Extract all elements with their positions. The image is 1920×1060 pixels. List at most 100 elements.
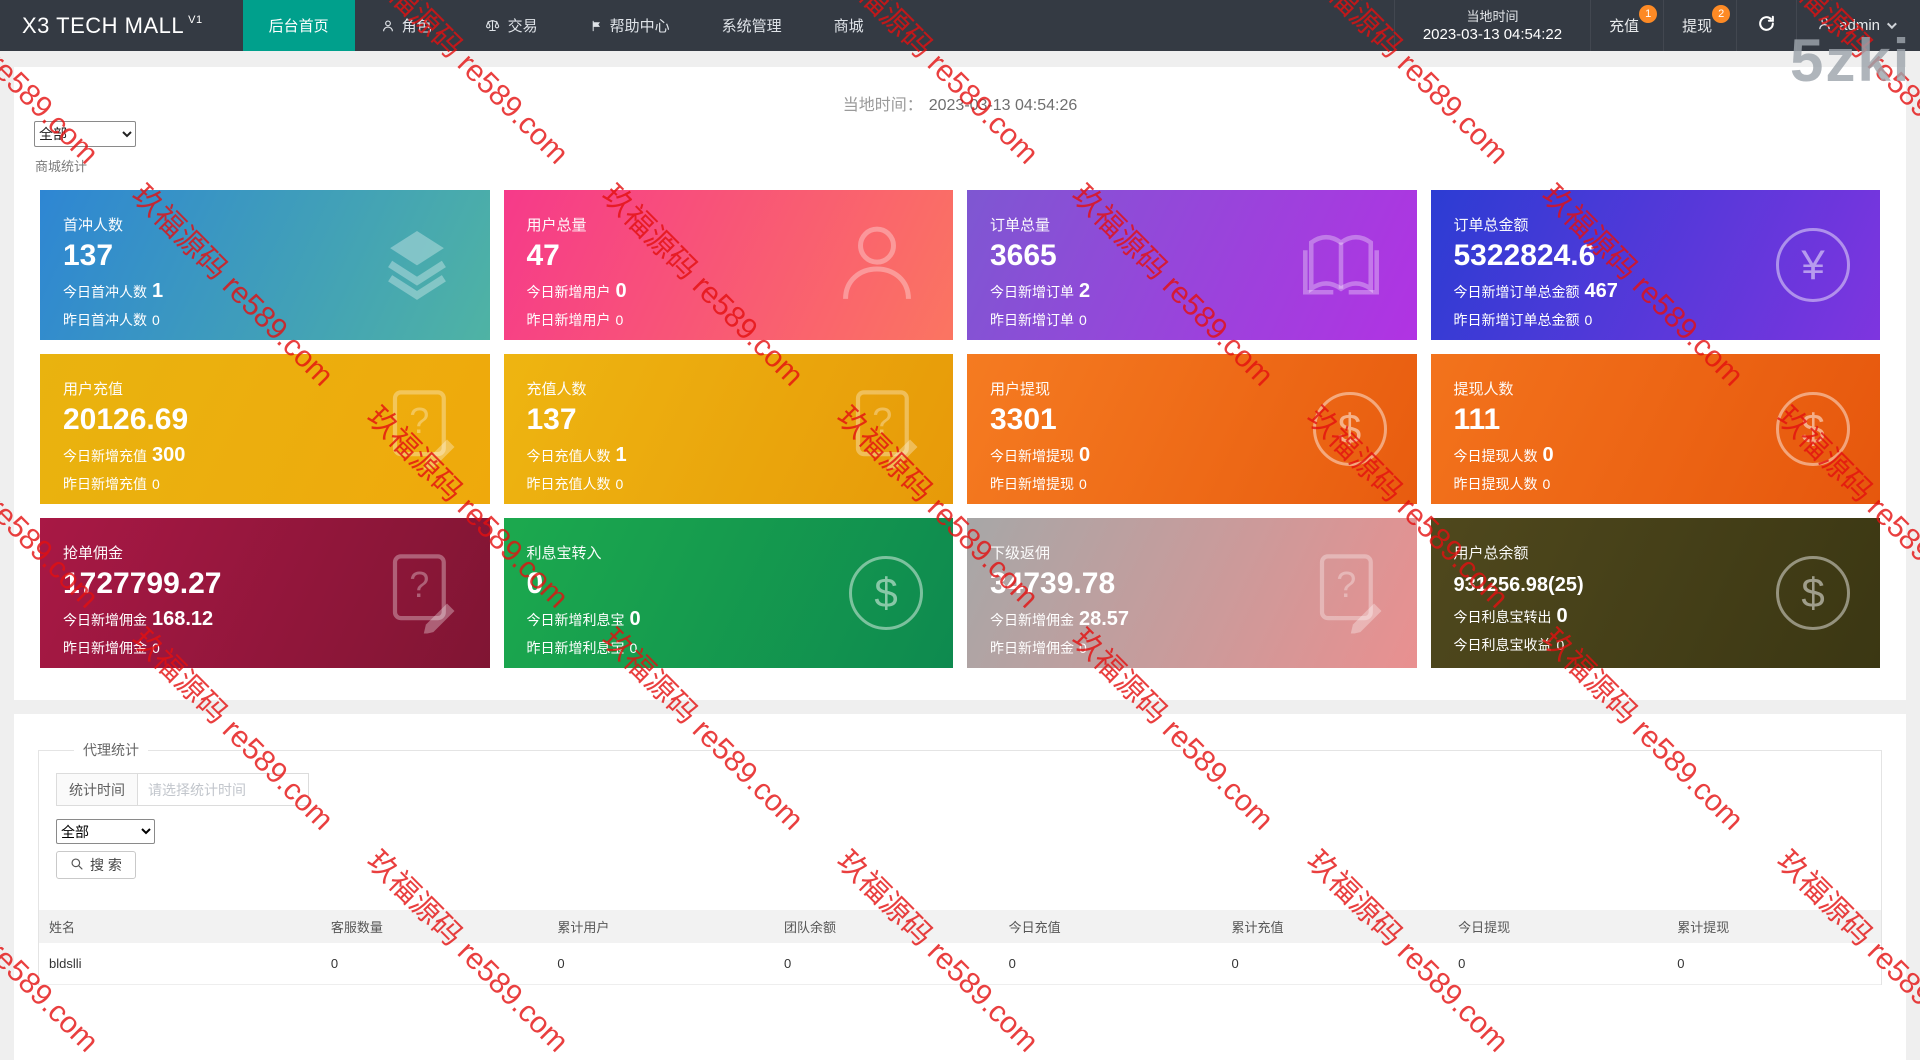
stat-time-label: 统计时间 <box>56 773 137 806</box>
table-header-今日充值: 今日充值 <box>998 910 1222 943</box>
card-subline-value: 2 <box>1079 280 1091 302</box>
card-subline-label: 今日新增佣金 <box>63 612 147 628</box>
card-subline: 昨日充值人数 0 <box>527 474 954 494</box>
file-edit-icon: ? <box>382 390 460 474</box>
svg-text:?: ? <box>409 401 429 441</box>
agent-filter-select[interactable]: 全部 <box>56 819 155 844</box>
card-subline-value: 467 <box>1584 280 1618 302</box>
card-subline-value: 300 <box>152 444 186 466</box>
card-subline-label: 今日新增用户 <box>526 284 611 300</box>
user-icon <box>831 226 923 313</box>
menu-item-label: 系统管理 <box>721 18 782 35</box>
card-subline-value: 0 <box>1079 312 1087 328</box>
card-subline: 昨日新增订单 0 <box>990 310 1417 330</box>
table-cell: 0 <box>320 943 548 985</box>
stat-time-input[interactable] <box>137 773 309 806</box>
menu-item-角色[interactable]: 角色 <box>355 0 458 51</box>
menu-item-商城[interactable]: 商城 <box>808 0 890 51</box>
card-subline-label: 今日充值人数 <box>526 448 611 464</box>
stat-time-group: 统计时间 <box>56 773 309 806</box>
stat-card: 首冲人数 137 今日首冲人数 1 昨日首冲人数 0 <box>40 190 490 340</box>
file-edit-icon: ? <box>382 554 460 638</box>
stats-filter-select[interactable]: 全部 <box>34 121 136 147</box>
refresh-icon <box>1757 14 1776 38</box>
table-row: bldslli 0 0 0 0 0 0 0 <box>39 943 1881 985</box>
recharge-menu-item[interactable]: 充值 1 <box>1591 0 1665 51</box>
card-subline-label: 今日新增充值 <box>63 448 147 464</box>
dollar-circle-icon: $ <box>1776 556 1850 630</box>
search-icon <box>70 857 84 874</box>
table-cell: 0 <box>998 943 1222 985</box>
admin-username: admin <box>1839 17 1880 34</box>
local-time-value: 2023-03-13 04:54:22 <box>1422 25 1563 43</box>
stat-card: 用户总量 47 今日新增用户 0 昨日新增用户 0 <box>503 190 953 340</box>
card-subline-label: 今日新增订单总金额 <box>1453 284 1580 300</box>
agent-table: 姓名 客服数量 累计用户 团队余额 今日充值 累计充值 今日提现 累计提现 bldslli 0 0… <box>39 910 1881 985</box>
card-subline-value: 0 <box>629 608 641 630</box>
card-subline-label: 今日提现人数 <box>1453 448 1538 464</box>
menu-item-帮助中心[interactable]: 帮助中心 <box>564 0 696 51</box>
table-header-今日提现: 今日提现 <box>1448 910 1668 943</box>
card-subline-label: 昨日新增订单 <box>990 312 1074 328</box>
card-subline: 昨日新增利息宝 0 <box>527 638 954 658</box>
agent-filter-row: 统计时间 <box>56 773 1864 806</box>
admin-dropdown[interactable]: admin <box>1797 0 1920 51</box>
card-subline-label: 昨日新增佣金 <box>990 640 1074 656</box>
card-subline-value: 0 <box>629 640 638 656</box>
card-subline-value: 0 <box>1079 640 1087 656</box>
card-subline-value: 0 <box>1079 444 1091 466</box>
card-subline-value: 0 <box>152 476 160 492</box>
svg-text:?: ? <box>1336 565 1356 605</box>
card-subline: 今日利息宝收益 0 <box>1454 635 1881 655</box>
card-subline: 昨日新增佣金 0 <box>63 638 490 658</box>
card-subline: 昨日新增佣金 0 <box>990 638 1417 658</box>
card-subline-label: 昨日新增提现 <box>990 476 1074 492</box>
stat-card: 充值人数 137 今日充值人数 1 昨日充值人数 0? <box>503 354 954 504</box>
book-icon <box>1295 235 1387 309</box>
stat-card: 用户充值 20126.69 今日新增充值 300 昨日新增充值 0? <box>40 354 490 504</box>
card-subline-value: 0 <box>1584 312 1593 328</box>
chevron-down-icon <box>1886 19 1897 30</box>
agent-stats-fieldset: 代理统计 统计时间 全部 搜 索 姓名客服数量累计用户团队余额 <box>38 740 1882 985</box>
scales-icon <box>484 18 501 33</box>
agent-table-body: bldslli 0 0 0 0 0 0 0 <box>39 943 1881 985</box>
card-subline-value: 0 <box>615 476 624 492</box>
card-subline-value: 0 <box>1556 605 1568 627</box>
table-header-累计充值: 累计充值 <box>1221 910 1449 943</box>
stat-card: 订单总金额 5322824.6 今日新增订单总金额 467 昨日新增订单总金额 0 ¥ <box>1430 190 1880 340</box>
card-subline-label: 今日新增订单 <box>990 284 1074 300</box>
layers-icon <box>374 230 460 310</box>
agent-stats-panel: 代理统计 统计时间 全部 搜 索 姓名客服数量累计用户团队余额 <box>14 714 1906 1060</box>
card-subline-label: 今日新增佣金 <box>990 612 1074 628</box>
menu-item-系统管理[interactable]: 系统管理 <box>696 0 808 51</box>
card-subline-value: 0 <box>615 312 624 328</box>
content-local-time-value: 2023-03-13 04:54:26 <box>928 97 1078 114</box>
search-button-label: 搜 索 <box>90 857 122 873</box>
card-subline-label: 昨日首冲人数 <box>63 312 147 328</box>
table-header-姓名: 姓名 <box>39 910 321 943</box>
card-subline: 昨日首冲人数 0 <box>63 310 490 330</box>
table-header-累计提现: 累计提现 <box>1667 910 1881 943</box>
card-subline-label: 昨日新增订单总金额 <box>1453 312 1580 328</box>
stat-card: 利息宝转入 0 今日新增利息宝 0 昨日新增利息宝 0 $ <box>503 518 954 668</box>
card-subline-label: 今日新增提现 <box>990 448 1074 464</box>
brand-version: V1 <box>188 13 203 26</box>
card-subline-value: 1 <box>152 280 164 302</box>
withdraw-menu-item[interactable]: 提现 2 <box>1664 0 1738 51</box>
withdraw-badge: 2 <box>1712 5 1731 23</box>
menu-item-label: 后台首页 <box>268 18 329 35</box>
table-header-累计用户: 累计用户 <box>547 910 774 943</box>
card-subline-label: 今日新增利息宝 <box>526 612 625 628</box>
menu-item-后台首页[interactable]: 后台首页 <box>242 0 355 51</box>
content-local-time: 当地时间： 2023-03-13 04:54:26 <box>14 67 1906 115</box>
card-subline: 昨日新增提现 0 <box>990 474 1417 494</box>
yen-circle-icon: ¥ <box>1776 228 1850 302</box>
table-cell: 0 <box>1667 943 1881 985</box>
dollar-circle-icon: $ <box>1312 392 1387 466</box>
menu-item-交易[interactable]: 交易 <box>458 0 564 51</box>
card-subline-label: 昨日提现人数 <box>1453 476 1538 492</box>
search-button[interactable]: 搜 索 <box>56 851 136 879</box>
card-subline-value: 28.57 <box>1079 608 1130 630</box>
refresh-button[interactable] <box>1737 0 1798 51</box>
dollar-circle-icon: $ <box>1776 392 1850 466</box>
